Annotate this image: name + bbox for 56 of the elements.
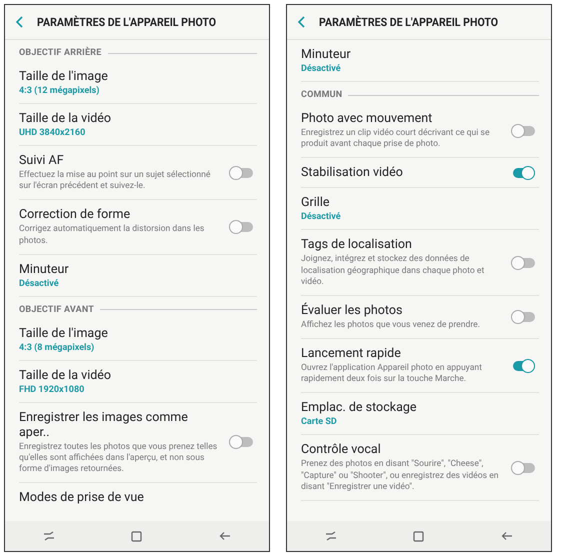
back-arrow-icon[interactable] bbox=[500, 531, 513, 541]
setting-value: Désactivé bbox=[19, 278, 60, 289]
section-header: COMMUN bbox=[301, 90, 342, 100]
setting-description: Prenez des photos en disant "Sourire", "Cheese", "Capture" ou "Shooter", ou enregistrez des vidéos en disant "Enregistrer une vidéo". bbox=[301, 459, 500, 493]
setting-title[interactable]: Photo avec mouvement bbox=[301, 111, 503, 126]
toggle-switch[interactable] bbox=[511, 310, 535, 324]
back-icon[interactable] bbox=[15, 16, 25, 28]
setting-description: Ouvrez l'application Appareil photo en appuyant rapidement deux fois sur la touche Marche. bbox=[301, 363, 483, 386]
setting-title[interactable]: Stabilisation vidéo bbox=[301, 165, 503, 180]
setting-description: Joignez, intégrez et stockez des données de localisation géographique dans chaque photo et vidéo. bbox=[301, 254, 486, 288]
setting-description: Enregistrez toutes les photos que vous prenez telles qu'elles sont affichées dans l'aperçu, et non sous forme d'images retournées. bbox=[19, 442, 218, 476]
setting-title[interactable]: Taille de l'image bbox=[19, 69, 257, 84]
setting-value: 4:3 (8 mégapixels) bbox=[19, 342, 96, 353]
setting-value: UHD 3840x2160 bbox=[19, 128, 86, 138]
back-icon[interactable] bbox=[297, 16, 307, 28]
back-arrow-icon[interactable] bbox=[218, 531, 231, 541]
setting-value: Désactivé bbox=[301, 212, 342, 222]
home-icon[interactable] bbox=[413, 530, 424, 542]
setting-title[interactable]: Tags de localisation bbox=[301, 237, 503, 252]
setting-value: 4:3 (12 mégapixels) bbox=[19, 86, 100, 96]
setting-title[interactable]: Correction de forme bbox=[19, 207, 221, 222]
setting-value: Carte SD bbox=[301, 417, 338, 428]
recent-apps-icon[interactable] bbox=[325, 531, 338, 541]
setting-title[interactable]: Taille de la vidéo bbox=[19, 111, 257, 126]
toggle-switch[interactable] bbox=[229, 166, 253, 180]
setting-title[interactable]: Évaluer les photos bbox=[301, 302, 503, 318]
toggle-switch[interactable] bbox=[511, 460, 535, 475]
toggle-switch[interactable] bbox=[229, 220, 253, 234]
toggle-switch[interactable] bbox=[511, 124, 535, 138]
toggle-switch[interactable] bbox=[511, 166, 535, 180]
setting-title[interactable]: Lancement rapide bbox=[301, 346, 503, 362]
toggle-switch[interactable] bbox=[511, 358, 535, 373]
setting-title[interactable]: Taille de l'image bbox=[19, 326, 257, 341]
setting-value: Désactivé bbox=[301, 64, 342, 74]
setting-title[interactable]: Modes de prise de vue bbox=[19, 490, 257, 506]
screen-title: PARAMÈTRES DE L'APPAREIL PHOTO bbox=[319, 15, 498, 29]
toggle-switch[interactable] bbox=[229, 435, 253, 450]
setting-title[interactable]: Minuteur bbox=[19, 262, 257, 277]
setting-title[interactable]: Emplac. de stockage bbox=[301, 400, 539, 416]
screen-title: PARAMÈTRES DE L'APPAREIL PHOTO bbox=[37, 15, 216, 29]
setting-description: Effectuez la mise au point sur un sujet sélectionné sur l'écran précédent et suivez-le. bbox=[19, 170, 212, 192]
toggle-switch[interactable] bbox=[511, 256, 535, 270]
home-icon[interactable] bbox=[131, 530, 142, 542]
setting-title[interactable]: Grille bbox=[301, 195, 539, 210]
setting-title[interactable]: Contrôle vocal bbox=[301, 442, 503, 458]
setting-description: Affichez les photos que vous venez de prendre. bbox=[301, 320, 481, 332]
setting-title[interactable]: Enregistrer les images comme aper.. bbox=[19, 410, 221, 440]
setting-description: Enregistrez un clip vidéo court décrivant ce qui se produit avant chaque prise de photo. bbox=[301, 128, 490, 150]
section-header: OBJECTIF AVANT bbox=[19, 304, 94, 315]
setting-description: Corrigez automatiquement la distorsion dans les photos. bbox=[19, 224, 206, 247]
recent-apps-icon[interactable] bbox=[43, 531, 56, 541]
setting-title[interactable]: Minuteur bbox=[301, 47, 539, 62]
setting-title[interactable]: Suivi AF bbox=[19, 153, 221, 168]
setting-value: FHD 1920x1080 bbox=[19, 384, 86, 395]
section-header: OBJECTIF ARRIÈRE bbox=[19, 48, 102, 58]
setting-title[interactable]: Taille de la vidéo bbox=[19, 368, 257, 383]
